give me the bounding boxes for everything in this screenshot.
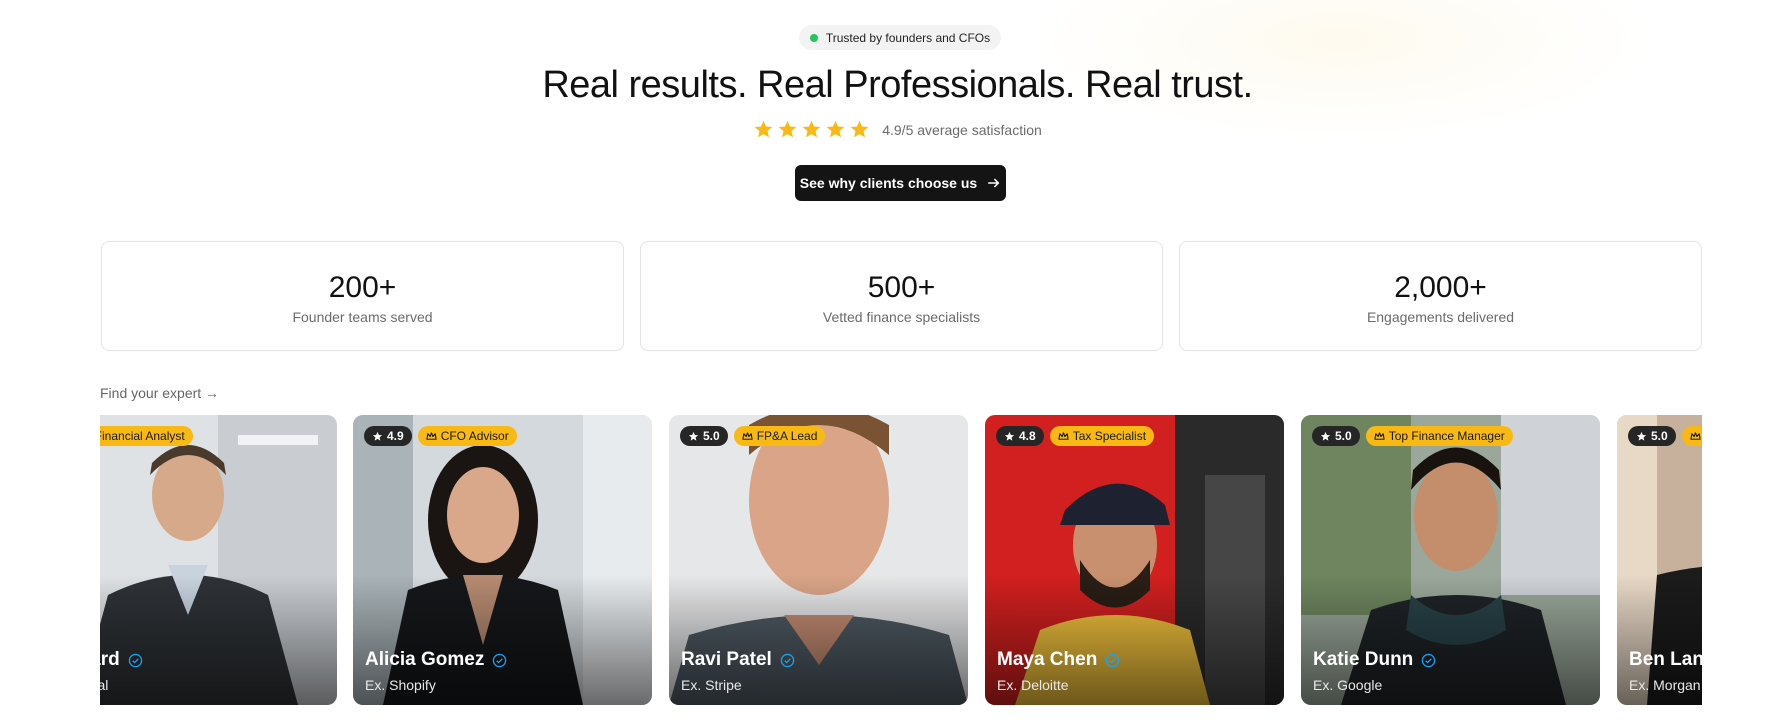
experts-carousel[interactable]: Top Financial Analyst Gerrard ia Capital… [100,415,1702,705]
expert-name: Katie Dunn [1313,649,1436,671]
verified-icon [780,653,795,667]
rating-stars [753,119,870,140]
expert-tags: 5.0 Top Finance Manager [1312,426,1513,446]
stat-label: Vetted finance specialists [822,309,981,325]
star-icon [1004,431,1015,441]
stat-value: 200+ [328,271,397,304]
expert-name-text: Maya Chen [997,649,1098,670]
verified-icon [128,653,142,667]
role-badge: Top Finance Manager [1365,426,1513,446]
role-badge: Tax Specialist [1049,426,1155,446]
role-text: Top Finance Manager [1388,429,1505,443]
expert-tags: Top Financial Analyst [100,426,193,446]
role-text: FP&A Lead [756,429,818,443]
expert-name: Ravi Patel [681,649,795,671]
crown-icon [1690,431,1701,440]
trust-badge-text: Trusted by founders and CFOs [825,30,991,45]
crown-icon [742,431,753,440]
star-icon [372,431,383,441]
crown-icon [1058,431,1069,440]
rating-badge: 5.0 [1312,426,1360,446]
expert-card[interactable]: 5.0 Ben Lang Ex. Morgan [1617,415,1702,705]
crown-icon [426,431,437,440]
see-why-button-label: See why clients choose us [799,175,978,191]
expert-tags: 5.0 FP&A Lead [680,426,826,446]
star-icon [754,120,773,138]
expert-name-text: Gerrard [100,649,120,670]
arrow-right-icon [988,178,1000,188]
rating-value: 4.9 [387,429,404,443]
rating-value: 5.0 [703,429,720,443]
rating-value: 5.0 [1651,429,1668,443]
star-icon [688,431,699,441]
rating-badge: 4.8 [996,426,1044,446]
expert-previous-company: Ex. Morgan [1629,677,1701,693]
expert-card[interactable]: 4.9 CFO Advisor Alicia Gomez Ex. Shopify [353,415,652,705]
role-badge: CFO Advisor [417,426,517,446]
trust-badge: Trusted by founders and CFOs [799,25,1001,50]
verified-icon [493,653,507,667]
star-icon [826,120,845,138]
stat-card-engagements: 2,000+ Engagements delivered [1179,241,1702,351]
stat-value: 500+ [867,271,936,304]
role-badge [1681,426,1702,446]
expert-tags: 4.9 CFO Advisor [364,426,517,446]
stat-label: Founder teams served [292,309,433,325]
rating-badge: 5.0 [680,426,728,446]
expert-name-text: Alicia Gomez [365,649,485,670]
expert-tags: 4.8 Tax Specialist [996,426,1155,446]
rating-value: 5.0 [1335,429,1352,443]
rating-value: 4.8 [1019,429,1036,443]
expert-card[interactable]: 5.0 FP&A Lead Ravi Patel Ex. Stripe [669,415,968,705]
star-icon [802,120,821,138]
find-expert-link[interactable]: Find your expert → [100,385,219,401]
expert-previous-company: Ex. Stripe [681,677,742,693]
role-text: CFO Advisor [440,429,509,443]
stat-card-specialists: 500+ Vetted finance specialists [640,241,1163,351]
page-title: Real results. Real Professionals. Real t… [542,64,1253,106]
expert-name-text: Katie Dunn [1313,649,1414,670]
expert-previous-company: Ex. Shopify [365,677,436,693]
rating-text: 4.9/5 average satisfaction [882,121,1042,138]
expert-name-text: Ben Lang [1629,649,1702,670]
star-icon [1320,431,1331,441]
expert-name: Maya Chen [997,649,1120,671]
role-text: Tax Specialist [1072,429,1147,443]
stat-label: Engagements delivered [1366,309,1515,325]
expert-tags: 5.0 [1628,426,1702,446]
star-icon [1636,431,1647,441]
expert-name: Gerrard [100,649,143,671]
role-badge: FP&A Lead [733,426,826,446]
crown-icon [1374,431,1385,440]
expert-card[interactable]: 5.0 Top Finance Manager Katie Dunn Ex. G… [1301,415,1600,705]
expert-name: Ben Lang [1629,649,1702,671]
photo-gradient [100,575,337,705]
rating-badge: 5.0 [1628,426,1676,446]
role-badge: Top Financial Analyst [100,426,193,446]
expert-name-text: Ravi Patel [681,649,772,670]
see-why-button[interactable]: See why clients choose us [795,165,1006,201]
expert-card[interactable]: 4.8 Tax Specialist Maya Chen Ex. Deloitt… [985,415,1284,705]
expert-name: Alicia Gomez [365,649,507,671]
stat-value: 2,000+ [1394,271,1487,304]
expert-previous-company: Ex. Google [1313,677,1383,693]
star-icon [778,120,797,138]
verified-icon [1106,653,1120,667]
rating-badge: 4.9 [364,426,412,446]
role-text: Top Financial Analyst [100,429,185,443]
stat-card-founders: 200+ Founder teams served [101,241,624,351]
rating-row: 4.9/5 average satisfaction [0,119,1772,140]
status-dot-icon [809,33,818,42]
star-icon [850,120,869,138]
expert-card[interactable]: Top Financial Analyst Gerrard ia Capital [100,415,337,705]
expert-previous-company: ia Capital [100,677,109,693]
expert-previous-company: Ex. Deloitte [997,677,1069,693]
verified-icon [1422,653,1436,667]
